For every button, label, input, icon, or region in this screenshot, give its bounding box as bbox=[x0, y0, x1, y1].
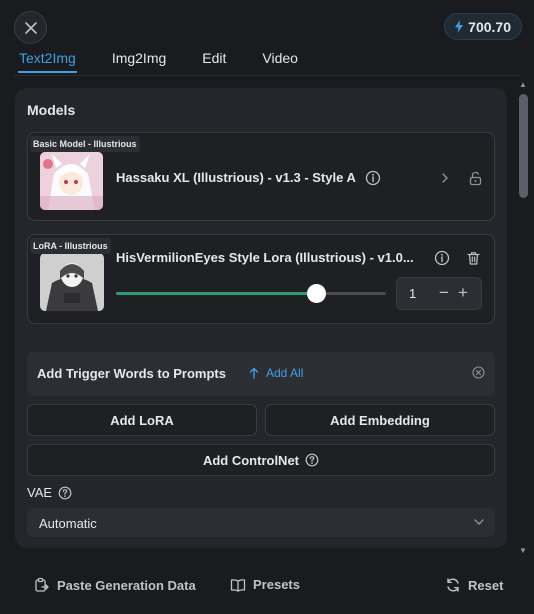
lora-info-button[interactable] bbox=[433, 249, 451, 267]
tab-edit[interactable]: Edit bbox=[202, 50, 226, 70]
vae-label: VAE bbox=[27, 485, 72, 500]
add-embedding-label: Add Embedding bbox=[330, 412, 430, 428]
slider-handle[interactable] bbox=[306, 284, 326, 303]
reset-button[interactable]: Reset bbox=[445, 577, 503, 593]
lora-thumbnail bbox=[40, 253, 104, 311]
lora-card: LoRA - Illustrious HisVermilionEyes Styl… bbox=[27, 234, 495, 324]
tab-img2img[interactable]: Img2Img bbox=[112, 50, 166, 70]
info-icon bbox=[365, 170, 381, 186]
tab-text2img[interactable]: Text2Img bbox=[18, 50, 77, 73]
lora-remove-button[interactable] bbox=[464, 249, 482, 267]
base-model-info-button[interactable] bbox=[364, 169, 382, 187]
add-controlnet-button[interactable]: Add ControlNet bbox=[27, 444, 495, 476]
base-model-thumbnail bbox=[40, 152, 103, 210]
chevron-right-icon bbox=[442, 173, 448, 183]
chevron-down-icon bbox=[474, 519, 484, 525]
add-embedding-button[interactable]: Add Embedding bbox=[265, 404, 495, 436]
vae-selected-value: Automatic bbox=[39, 516, 97, 531]
base-model-tag: Basic Model - Illustrious bbox=[30, 136, 140, 152]
decrement-button[interactable]: − bbox=[439, 283, 449, 303]
add-all-label: Add All bbox=[266, 366, 304, 380]
close-icon bbox=[24, 21, 37, 34]
paste-generation-data-button[interactable]: Paste Generation Data bbox=[34, 577, 196, 593]
info-icon bbox=[434, 250, 450, 266]
base-model-open-button[interactable] bbox=[436, 169, 454, 187]
refresh-icon bbox=[447, 578, 459, 592]
tab-video[interactable]: Video bbox=[262, 50, 298, 70]
clipboard-icon bbox=[35, 577, 49, 592]
lora-name: HisVermilionEyes Style Lora (Illustrious… bbox=[116, 250, 414, 265]
scroll-down-arrow-icon[interactable]: ▼ bbox=[519, 546, 527, 555]
generation-tabs: Text2Img Img2Img Edit Video bbox=[18, 50, 334, 73]
reset-label: Reset bbox=[468, 577, 504, 593]
trigger-words-label: Add Trigger Words to Prompts bbox=[37, 366, 226, 381]
arrow-up-icon bbox=[249, 367, 259, 379]
close-circle-icon bbox=[472, 366, 485, 379]
buzz-balance-badge[interactable]: 700.70 bbox=[444, 13, 522, 40]
slider-fill bbox=[116, 292, 316, 295]
footer-actions: Paste Generation Data Presets Reset bbox=[0, 574, 534, 598]
close-button[interactable] bbox=[14, 11, 47, 44]
add-lora-button[interactable]: Add LoRA bbox=[27, 404, 257, 436]
presets-button[interactable]: Presets bbox=[230, 577, 300, 592]
balance-value: 700.70 bbox=[468, 18, 511, 35]
trash-icon bbox=[466, 251, 480, 265]
base-model-name: Hassaku XL (Illustrious) - v1.3 - Style … bbox=[116, 170, 356, 185]
trigger-words-bar: Add Trigger Words to Prompts Add All bbox=[27, 352, 495, 396]
increment-button[interactable]: + bbox=[458, 283, 468, 303]
vae-label-text: VAE bbox=[27, 485, 53, 500]
lock-open-icon bbox=[469, 171, 481, 185]
help-icon[interactable] bbox=[58, 486, 72, 500]
tab-divider bbox=[14, 75, 520, 76]
lightning-icon bbox=[455, 20, 464, 33]
scroll-thumb[interactable] bbox=[519, 94, 528, 198]
add-controlnet-label: Add ControlNet bbox=[202, 452, 300, 468]
base-model-lock-button[interactable] bbox=[466, 169, 484, 187]
add-lora-label: Add LoRA bbox=[110, 412, 174, 428]
scroll-up-arrow-icon[interactable]: ▲ bbox=[519, 80, 527, 89]
base-model-card[interactable]: Basic Model - Illustrious Hassaku XL (Il… bbox=[27, 132, 495, 221]
book-icon bbox=[230, 578, 246, 592]
models-title: Models bbox=[27, 102, 76, 118]
lora-strength-stepper[interactable]: 1 − + bbox=[396, 277, 482, 310]
trigger-close-button[interactable] bbox=[472, 366, 485, 384]
paste-generation-data-label: Paste Generation Data bbox=[57, 577, 196, 593]
help-icon bbox=[305, 453, 319, 467]
lora-strength-value[interactable]: 1 bbox=[409, 286, 416, 301]
presets-label: Presets bbox=[253, 577, 300, 592]
lora-strength-slider[interactable] bbox=[116, 284, 386, 303]
scrollbar[interactable]: ▲ ▼ bbox=[518, 80, 528, 555]
models-panel: Models Basic Model - Illustrious Hassaku… bbox=[15, 88, 507, 548]
add-all-button[interactable]: Add All bbox=[249, 366, 303, 380]
vae-select[interactable]: Automatic bbox=[27, 508, 495, 537]
lora-tag: LoRA - Illustrious bbox=[30, 238, 111, 254]
